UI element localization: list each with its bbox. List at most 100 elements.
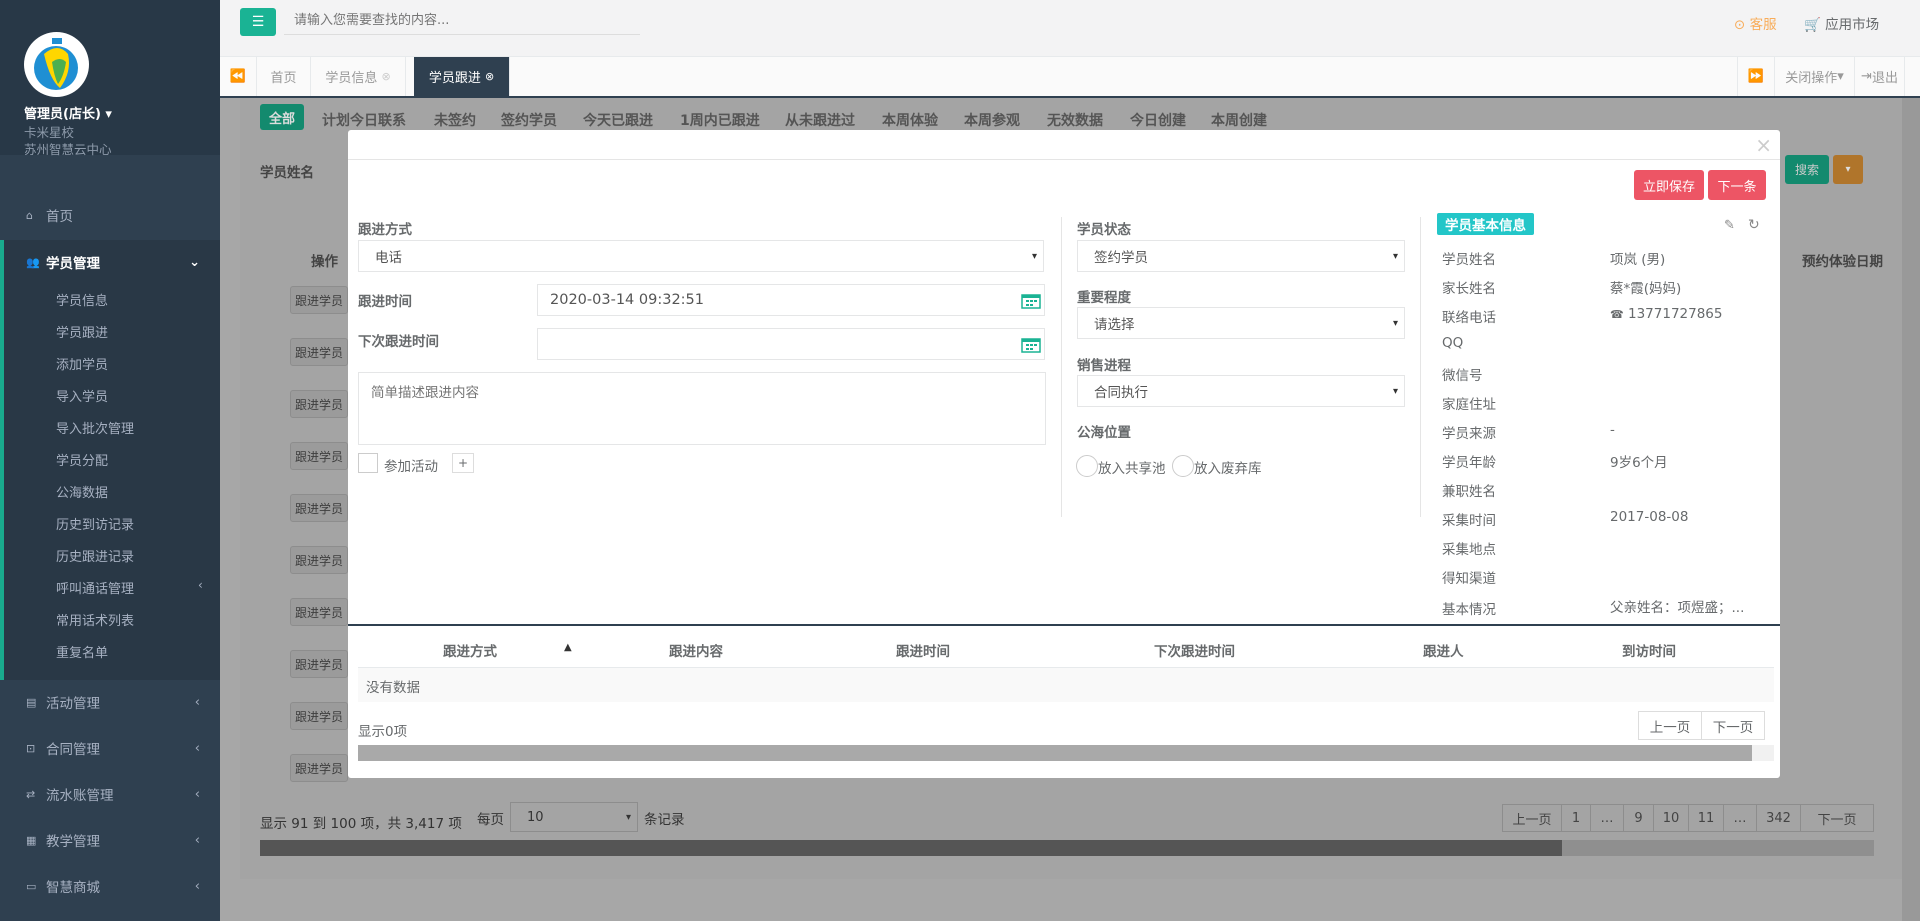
edit-icon[interactable]: ✎ <box>1724 218 1735 233</box>
filter-item[interactable]: 从未跟进过 <box>785 110 855 130</box>
prev-page-button[interactable]: 上一页 <box>1638 711 1702 740</box>
nav-contract[interactable]: ⊡ 合同管理 ‹ <box>0 726 220 770</box>
filter-item[interactable]: 签约学员 <box>501 110 557 130</box>
submenu-item[interactable]: 导入学员 <box>56 386 108 405</box>
col-header[interactable]: 到访时间 <box>1622 640 1676 660</box>
filter-item[interactable]: 无效数据 <box>1047 110 1103 130</box>
submenu-item[interactable]: 添加学员 <box>56 354 108 373</box>
page-button[interactable]: 10 <box>1653 804 1689 832</box>
method-select[interactable]: 电话 ▾ <box>358 240 1044 272</box>
status-select[interactable]: 签约学员 ▾ <box>1077 240 1405 272</box>
logout-button[interactable]: ⇥ 退出 <box>1855 57 1905 96</box>
row-followup-button[interactable]: 跟进学员 <box>290 650 348 678</box>
page-button[interactable]: 上一页 <box>1502 804 1562 832</box>
filter-item[interactable]: 计划今日联系 <box>322 110 406 130</box>
tab-scroll-right-button[interactable]: ⏩ <box>1737 57 1775 96</box>
tab-home[interactable]: 首页 <box>257 57 311 96</box>
row-followup-button[interactable]: 跟进学员 <box>290 494 348 522</box>
modal-horizontal-scrollbar[interactable] <box>358 745 1774 761</box>
activity-checkbox[interactable] <box>358 453 378 473</box>
filter-item[interactable]: 本周创建 <box>1211 110 1267 130</box>
filter-item[interactable]: 今日创建 <box>1130 110 1186 130</box>
col-header[interactable]: 跟进内容 <box>669 640 723 660</box>
page-button[interactable]: 下一页 <box>1800 804 1874 832</box>
refresh-icon[interactable]: ↻ <box>1748 217 1760 233</box>
submenu-item[interactable]: 学员分配 <box>56 450 108 469</box>
submenu-item[interactable]: 呼叫通话管理 <box>56 578 134 597</box>
page-button[interactable]: 9 <box>1623 804 1654 832</box>
importance-select[interactable]: 请选择 ▾ <box>1077 307 1405 339</box>
submenu-item[interactable]: 历史跟进记录 <box>56 546 134 565</box>
row-followup-button[interactable]: 跟进学员 <box>290 754 348 782</box>
horizontal-scrollbar[interactable] <box>260 840 1874 856</box>
sort-asc-icon[interactable]: ▲ <box>564 642 572 653</box>
app-market-link[interactable]: 🛒 应用市场 <box>1804 13 1879 33</box>
col-header[interactable]: 跟进方式 <box>443 640 497 660</box>
nav-ledger[interactable]: ⇄ 流水账管理 ‹ <box>0 772 220 816</box>
filter-item[interactable]: 本周体验 <box>882 110 938 130</box>
col-header[interactable]: 下次跟进时间 <box>1154 640 1235 660</box>
info-key: 家庭住址 <box>1442 397 1496 413</box>
nav-mall[interactable]: ▭ 智慧商城 ‹ <box>0 864 220 908</box>
calendar-icon[interactable] <box>1021 337 1041 353</box>
status-label: 学员状态 <box>1077 222 1131 238</box>
sales-select[interactable]: 合同执行 ▾ <box>1077 375 1405 407</box>
nav-activity[interactable]: ▤ 活动管理 ‹ <box>0 680 220 724</box>
submenu-item[interactable]: 常用话术列表 <box>56 610 134 629</box>
discard-pool-radio[interactable] <box>1172 455 1194 477</box>
row-followup-button[interactable]: 跟进学员 <box>290 598 348 626</box>
next-followup-time-input[interactable] <box>537 328 1045 360</box>
submenu-item[interactable]: 公海数据 <box>56 482 108 501</box>
save-now-button[interactable]: 立即保存 <box>1634 170 1704 200</box>
filter-item[interactable]: 本周参观 <box>964 110 1020 130</box>
col-header[interactable]: 跟进时间 <box>896 640 950 660</box>
user-name[interactable]: 管理员(店长) ▾ <box>24 103 112 122</box>
followup-content-textarea[interactable] <box>358 372 1046 445</box>
add-activity-button[interactable]: + <box>452 453 474 473</box>
filter-item[interactable]: 未签约 <box>434 110 476 130</box>
row-followup-button[interactable]: 跟进学员 <box>290 442 348 470</box>
nav-home[interactable]: ⌂ 首页 <box>0 193 220 237</box>
close-icon[interactable]: × <box>1755 133 1772 157</box>
submenu-item[interactable]: 导入批次管理 <box>56 418 134 437</box>
info-key: 家长姓名 <box>1442 281 1496 297</box>
page-button[interactable]: 1 <box>1561 804 1591 832</box>
page-button[interactable]: 342 <box>1756 804 1801 832</box>
map-icon: ▤ <box>26 695 37 709</box>
chevron-down-icon[interactable]: ▾ <box>1833 155 1863 184</box>
submenu-item[interactable]: 学员信息 <box>56 290 108 309</box>
search-button[interactable]: 搜索 <box>1785 155 1829 184</box>
submenu-item[interactable]: 历史到访记录 <box>56 514 134 533</box>
row-followup-button[interactable]: 跟进学员 <box>290 390 348 418</box>
row-followup-button[interactable]: 跟进学员 <box>290 546 348 574</box>
page-size-select[interactable]: 10 ▾ <box>510 802 638 832</box>
page-scrollbar[interactable] <box>1902 98 1920 921</box>
row-followup-button[interactable]: 跟进学员 <box>290 702 348 730</box>
service-link[interactable]: ⊙ 客服 <box>1734 13 1777 33</box>
next-record-button[interactable]: 下一条 <box>1708 170 1766 200</box>
nav-teaching[interactable]: ▦ 教学管理 ‹ <box>0 818 220 862</box>
info-value: - <box>1610 422 1615 438</box>
row-followup-button[interactable]: 跟进学员 <box>290 338 348 366</box>
share-pool-radio[interactable] <box>1076 455 1098 477</box>
close-ops-dropdown[interactable]: 关闭操作 ▾ <box>1775 57 1855 96</box>
filter-all[interactable]: 全部 <box>260 104 304 130</box>
tab-scroll-left-button[interactable]: ⏪ <box>220 57 257 96</box>
page-button[interactable]: 11 <box>1688 804 1724 832</box>
filter-item[interactable]: 1周内已跟进 <box>680 110 760 130</box>
filter-item[interactable]: 今天已跟进 <box>583 110 653 130</box>
tab-close-icon[interactable]: ⊗ <box>381 70 390 83</box>
row-followup-button[interactable]: 跟进学员 <box>290 286 348 314</box>
avatar[interactable] <box>24 32 89 97</box>
followup-time-input[interactable]: 2020-03-14 09:32:51 <box>537 284 1045 316</box>
top-search-input[interactable] <box>284 7 640 35</box>
tab-student-followup[interactable]: 学员跟进 ⊗ <box>414 57 510 96</box>
calendar-icon[interactable] <box>1021 293 1041 309</box>
tab-close-icon[interactable]: ⊗ <box>485 70 494 83</box>
col-header[interactable]: 跟进人 <box>1423 640 1464 660</box>
submenu-item[interactable]: 重复名单 <box>56 642 108 661</box>
tab-student-info[interactable]: 学员信息 ⊗ <box>311 57 406 96</box>
next-page-button[interactable]: 下一页 <box>1701 711 1765 740</box>
submenu-item[interactable]: 学员跟进 <box>56 322 108 341</box>
menu-toggle-button[interactable]: ☰ <box>240 8 276 36</box>
